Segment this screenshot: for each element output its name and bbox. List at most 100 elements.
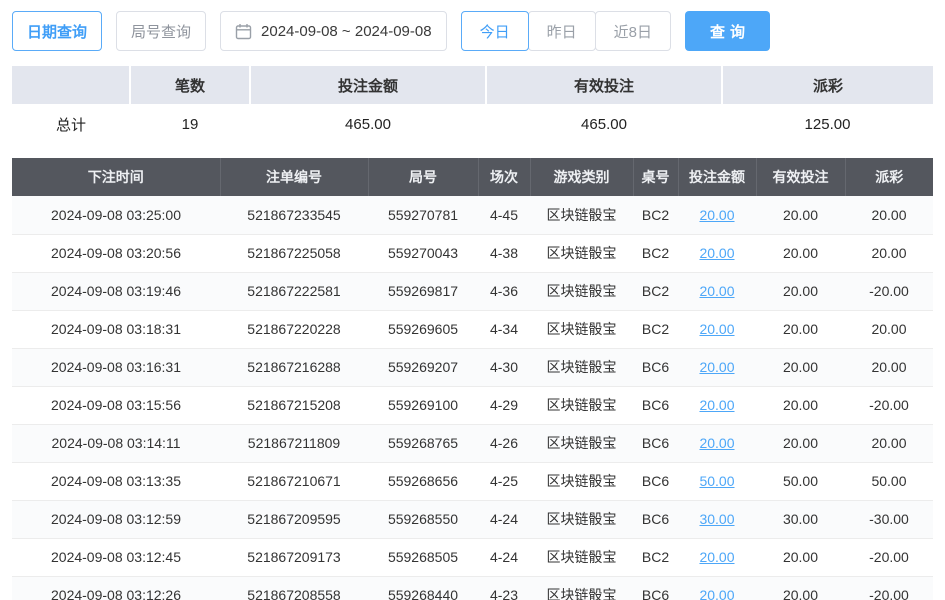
bet-time-cell: 2024-09-08 03:12:45 xyxy=(12,538,220,576)
session-cell: 4-34 xyxy=(478,310,530,348)
summary-total-label: 总计 xyxy=(12,104,130,144)
bet-amount-cell: 20.00 xyxy=(678,424,756,462)
valid-bet-cell: 30.00 xyxy=(756,500,845,538)
bet-id-cell: 521867209173 xyxy=(220,538,368,576)
valid-bet-cell: 20.00 xyxy=(756,538,845,576)
table-number-cell: BC6 xyxy=(633,424,678,462)
payout-cell: 20.00 xyxy=(845,348,933,386)
bet-amount-link[interactable]: 20.00 xyxy=(699,397,734,413)
valid-bet-cell: 20.00 xyxy=(756,348,845,386)
col-header-bet-amount: 投注金额 xyxy=(678,158,756,196)
bet-time-cell: 2024-09-08 03:19:46 xyxy=(12,272,220,310)
valid-bet-cell: 20.00 xyxy=(756,272,845,310)
bet-id-cell: 521867215208 xyxy=(220,386,368,424)
game-type-cell: 区块链骰宝 xyxy=(530,386,633,424)
payout-cell: 20.00 xyxy=(845,196,933,234)
col-header-bet-id: 注单编号 xyxy=(220,158,368,196)
date-shortcut-group: 今日 昨日 近8日 xyxy=(461,11,671,51)
date-range-value: 2024-09-08 ~ 2024-09-08 xyxy=(261,23,432,40)
toolbar: 日期查询 局号查询 2024-09-08 ~ 2024-09-08 今日 昨日 … xyxy=(0,0,945,62)
game-type-cell: 区块链骰宝 xyxy=(530,424,633,462)
bet-amount-link[interactable]: 20.00 xyxy=(699,245,734,261)
bet-amount-cell: 20.00 xyxy=(678,538,756,576)
bet-time-cell: 2024-09-08 03:14:11 xyxy=(12,424,220,462)
bet-amount-link[interactable]: 30.00 xyxy=(699,511,734,527)
bet-amount-link[interactable]: 20.00 xyxy=(699,359,734,375)
bet-id-cell: 521867233545 xyxy=(220,196,368,234)
table-number-cell: BC6 xyxy=(633,386,678,424)
payout-cell: -20.00 xyxy=(845,272,933,310)
summary-header-valid-bet: 有效投注 xyxy=(486,66,722,104)
yesterday-button[interactable]: 昨日 xyxy=(528,11,596,51)
round-query-button[interactable]: 局号查询 xyxy=(116,11,206,51)
game-type-cell: 区块链骰宝 xyxy=(530,234,633,272)
table-row: 2024-09-08 03:14:11 521867211809 5592687… xyxy=(12,424,933,462)
session-cell: 4-26 xyxy=(478,424,530,462)
bet-amount-link[interactable]: 20.00 xyxy=(699,207,734,223)
date-query-button[interactable]: 日期查询 xyxy=(12,11,102,51)
bet-amount-cell: 20.00 xyxy=(678,272,756,310)
session-cell: 4-25 xyxy=(478,462,530,500)
game-type-cell: 区块链骰宝 xyxy=(530,348,633,386)
payout-cell: -20.00 xyxy=(845,386,933,424)
summary-header-payout: 派彩 xyxy=(722,66,933,104)
payout-cell: -20.00 xyxy=(845,538,933,576)
table-number-cell: BC2 xyxy=(633,234,678,272)
bet-time-cell: 2024-09-08 03:12:26 xyxy=(12,576,220,600)
game-type-cell: 区块链骰宝 xyxy=(530,196,633,234)
bet-table: 下注时间 注单编号 局号 场次 游戏类别 桌号 投注金额 有效投注 派彩 202… xyxy=(12,158,933,600)
col-header-game-type: 游戏类别 xyxy=(530,158,633,196)
game-type-cell: 区块链骰宝 xyxy=(530,462,633,500)
round-number-cell: 559268440 xyxy=(368,576,478,600)
valid-bet-cell: 20.00 xyxy=(756,310,845,348)
session-cell: 4-38 xyxy=(478,234,530,272)
table-row: 2024-09-08 03:19:46 521867222581 5592698… xyxy=(12,272,933,310)
valid-bet-cell: 50.00 xyxy=(756,462,845,500)
bet-amount-link[interactable]: 20.00 xyxy=(699,587,734,600)
col-header-round-number: 局号 xyxy=(368,158,478,196)
payout-cell: 20.00 xyxy=(845,424,933,462)
table-number-cell: BC2 xyxy=(633,538,678,576)
session-cell: 4-45 xyxy=(478,196,530,234)
bet-id-cell: 521867222581 xyxy=(220,272,368,310)
bet-amount-cell: 20.00 xyxy=(678,386,756,424)
last-8-days-button[interactable]: 近8日 xyxy=(595,11,671,51)
summary-total-row: 总计 19 465.00 465.00 125.00 xyxy=(12,104,933,144)
payout-cell: 20.00 xyxy=(845,234,933,272)
bet-amount-cell: 20.00 xyxy=(678,310,756,348)
valid-bet-cell: 20.00 xyxy=(756,386,845,424)
payout-cell: 50.00 xyxy=(845,462,933,500)
bet-amount-cell: 20.00 xyxy=(678,576,756,600)
session-cell: 4-24 xyxy=(478,538,530,576)
game-type-cell: 区块链骰宝 xyxy=(530,576,633,600)
bet-amount-cell: 20.00 xyxy=(678,348,756,386)
bet-amount-link[interactable]: 20.00 xyxy=(699,435,734,451)
bet-amount-link[interactable]: 20.00 xyxy=(699,549,734,565)
col-header-payout: 派彩 xyxy=(845,158,933,196)
summary-header-row: 笔数 投注金额 有效投注 派彩 xyxy=(12,66,933,104)
table-number-cell: BC6 xyxy=(633,500,678,538)
summary-total-bet-amount: 465.00 xyxy=(250,104,486,144)
table-row: 2024-09-08 03:25:00 521867233545 5592707… xyxy=(12,196,933,234)
bet-amount-link[interactable]: 50.00 xyxy=(699,473,734,489)
calendar-icon xyxy=(235,23,252,40)
search-button[interactable]: 查询 xyxy=(685,11,770,51)
date-range-input[interactable]: 2024-09-08 ~ 2024-09-08 xyxy=(220,11,447,51)
round-number-cell: 559268656 xyxy=(368,462,478,500)
today-button[interactable]: 今日 xyxy=(461,11,529,51)
bet-amount-cell: 30.00 xyxy=(678,500,756,538)
summary-header-count: 笔数 xyxy=(130,66,250,104)
bet-table-header-row: 下注时间 注单编号 局号 场次 游戏类别 桌号 投注金额 有效投注 派彩 xyxy=(12,158,933,196)
bet-amount-link[interactable]: 20.00 xyxy=(699,283,734,299)
round-number-cell: 559269207 xyxy=(368,348,478,386)
table-row: 2024-09-08 03:12:59 521867209595 5592685… xyxy=(12,500,933,538)
round-number-cell: 559269817 xyxy=(368,272,478,310)
table-row: 2024-09-08 03:16:31 521867216288 5592692… xyxy=(12,348,933,386)
table-row: 2024-09-08 03:12:26 521867208558 5592684… xyxy=(12,576,933,600)
summary-header-blank xyxy=(12,66,130,104)
bet-id-cell: 521867208558 xyxy=(220,576,368,600)
session-cell: 4-30 xyxy=(478,348,530,386)
round-number-cell: 559268505 xyxy=(368,538,478,576)
summary-total-payout: 125.00 xyxy=(722,104,933,144)
bet-amount-link[interactable]: 20.00 xyxy=(699,321,734,337)
